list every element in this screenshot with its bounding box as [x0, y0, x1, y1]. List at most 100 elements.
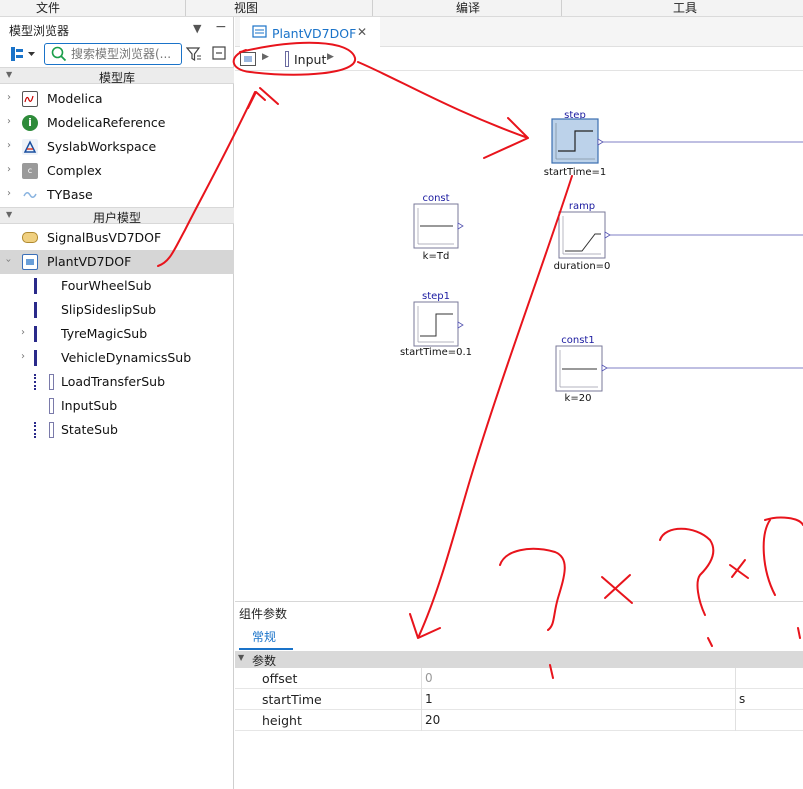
block-name-label: const1 — [561, 335, 594, 346]
block-param-label: startTime=1 — [544, 167, 607, 178]
section-header-libraries[interactable]: ▼ 模型库 — [0, 67, 234, 85]
block-const[interactable]: const k=Td — [413, 193, 464, 262]
bus-connector-icon — [22, 232, 38, 243]
param-value-field[interactable]: 1 — [425, 692, 433, 706]
tree-item-vehicledynamicssub[interactable]: › VehicleDynamicsSub — [0, 346, 234, 370]
panel-minimize-icon[interactable]: − — [215, 19, 227, 35]
complex-library-icon: c — [22, 163, 38, 179]
param-value-field[interactable]: 0 — [425, 671, 433, 685]
tree-item-signalbus[interactable]: SignalBusVD7DOF — [0, 226, 234, 250]
subsystem-icon — [34, 374, 36, 390]
close-icon[interactable]: ✕ — [357, 25, 367, 39]
param-name: height — [262, 713, 302, 728]
block-param-label: k=20 — [565, 393, 592, 404]
block-outline-icon — [49, 398, 54, 414]
column-divider — [421, 668, 422, 689]
menu-file[interactable]: 文件 — [36, 1, 60, 15]
collapse-all-icon[interactable] — [212, 46, 228, 65]
subsystem-icon — [34, 350, 37, 366]
expand-arrow-icon[interactable]: › — [3, 259, 14, 263]
model-icon — [22, 254, 38, 270]
block-name-label: step1 — [422, 291, 450, 302]
param-value-field[interactable]: 20 — [425, 713, 440, 727]
tybase-icon — [22, 187, 38, 203]
expand-arrow-icon[interactable]: › — [7, 188, 11, 199]
param-row-height[interactable]: height 20 — [235, 710, 803, 731]
menu-separator — [185, 0, 186, 16]
expand-arrow-icon[interactable]: › — [7, 140, 11, 151]
param-group-header[interactable]: ▼ 参数 — [235, 651, 803, 668]
block-const1[interactable]: const1 k=20 — [555, 335, 608, 404]
tree-item-label: LoadTransferSub — [61, 374, 166, 389]
group-label: 参数 — [252, 654, 277, 668]
filter-icon[interactable] — [185, 46, 202, 65]
expand-arrow-icon[interactable]: › — [7, 92, 11, 103]
tree-item-label: TyreMagicSub — [61, 326, 148, 341]
breadcrumb-separator-icon: ▶ — [262, 52, 269, 62]
column-divider — [421, 689, 422, 710]
tree-item-label: TYBase — [47, 187, 93, 202]
diagram-file-icon — [252, 25, 268, 42]
tab-general[interactable]: 常规 — [252, 628, 276, 645]
expand-arrow-icon[interactable]: › — [7, 116, 11, 127]
subsystem-icon — [34, 302, 37, 318]
block-ramp[interactable]: ramp duration=0 — [554, 201, 611, 272]
block-param-label: k=Td — [423, 251, 450, 262]
breadcrumb-item-input[interactable]: Input — [294, 52, 326, 67]
tab-plantvd7dof[interactable]: PlantVD7DOF ✕ — [240, 17, 380, 47]
root-model-icon[interactable] — [240, 52, 256, 69]
block-param-label: startTime=0.1 — [400, 347, 472, 358]
tree-item-label: FourWheelSub — [61, 278, 152, 293]
editor-tab-strip: PlantVD7DOF ✕ — [235, 17, 803, 47]
menu-view[interactable]: 视图 — [234, 1, 258, 15]
tree-item-complex[interactable]: › c Complex — [0, 159, 234, 183]
tree-item-modelica[interactable]: › Modelica — [0, 87, 234, 111]
param-name: startTime — [262, 692, 322, 707]
column-divider — [421, 710, 422, 731]
tree-item-label: VehicleDynamicsSub — [61, 350, 192, 365]
view-mode-icon[interactable] — [10, 46, 38, 65]
info-icon: i — [22, 115, 38, 131]
menu-tools[interactable]: 工具 — [673, 1, 697, 15]
breadcrumb: ▶ Input ▶ — [235, 47, 803, 71]
column-divider — [735, 710, 736, 731]
panel-dropdown-icon[interactable]: ▼ — [193, 22, 201, 35]
tree-item-label: Complex — [47, 163, 102, 178]
expand-arrow-icon[interactable]: › — [7, 164, 11, 175]
tree-item-inputsub[interactable]: InputSub — [0, 394, 234, 418]
tree-item-label: ModelicaReference — [47, 115, 166, 130]
section-header-user-models[interactable]: ▼ 用户模型 — [0, 207, 234, 225]
subsystem-icon — [34, 278, 37, 294]
block-step1[interactable]: step1 startTime=0.1 — [400, 291, 472, 358]
tree-item-label: SignalBusVD7DOF — [47, 230, 162, 245]
block-outline-icon — [49, 422, 54, 438]
expand-arrow-icon[interactable]: › — [21, 351, 25, 362]
tree-item-syslab-workspace[interactable]: › SyslabWorkspace — [0, 135, 234, 159]
tree-item-loadtransfersub[interactable]: LoadTransferSub — [0, 370, 234, 394]
tree-item-modelica-reference[interactable]: › i ModelicaReference — [0, 111, 234, 135]
tree-item-fourwheelsub[interactable]: FourWheelSub — [0, 274, 234, 298]
menu-bar: 文件 视图 编译 工具 — [0, 0, 803, 17]
block-step[interactable]: step startTime=1 — [544, 110, 607, 178]
param-row-starttime[interactable]: startTime 1 s — [235, 689, 803, 710]
block-param-label: duration=0 — [554, 261, 611, 272]
tree-item-tybase[interactable]: › TYBase — [0, 183, 234, 207]
column-divider — [735, 668, 736, 689]
tree-item-label: InputSub — [61, 398, 118, 413]
menu-compile[interactable]: 编译 — [456, 1, 480, 15]
expand-arrow-icon[interactable]: › — [21, 327, 25, 338]
tree-item-label: PlantVD7DOF — [47, 254, 132, 269]
tree-item-label: StateSub — [61, 422, 118, 437]
diagram-canvas[interactable]: step startTime=1 const k=Td ramp duratio… — [235, 71, 803, 601]
tree-item-tyremagicsub[interactable]: › TyreMagicSub — [0, 322, 234, 346]
block-name-label: ramp — [569, 201, 595, 212]
search-row — [0, 41, 234, 67]
param-row-offset[interactable]: offset 0 — [235, 668, 803, 689]
tree-item-slipsideslipsub[interactable]: SlipSideslipSub — [0, 298, 234, 322]
subsystem-icon — [34, 326, 37, 342]
tree-item-plantvd7dof[interactable]: › PlantVD7DOF — [0, 250, 234, 274]
section-title: 用户模型 — [92, 211, 141, 225]
panel-title: 组件参数 — [239, 607, 288, 621]
search-input[interactable] — [71, 46, 179, 62]
tree-item-statesub[interactable]: StateSub — [0, 418, 234, 442]
